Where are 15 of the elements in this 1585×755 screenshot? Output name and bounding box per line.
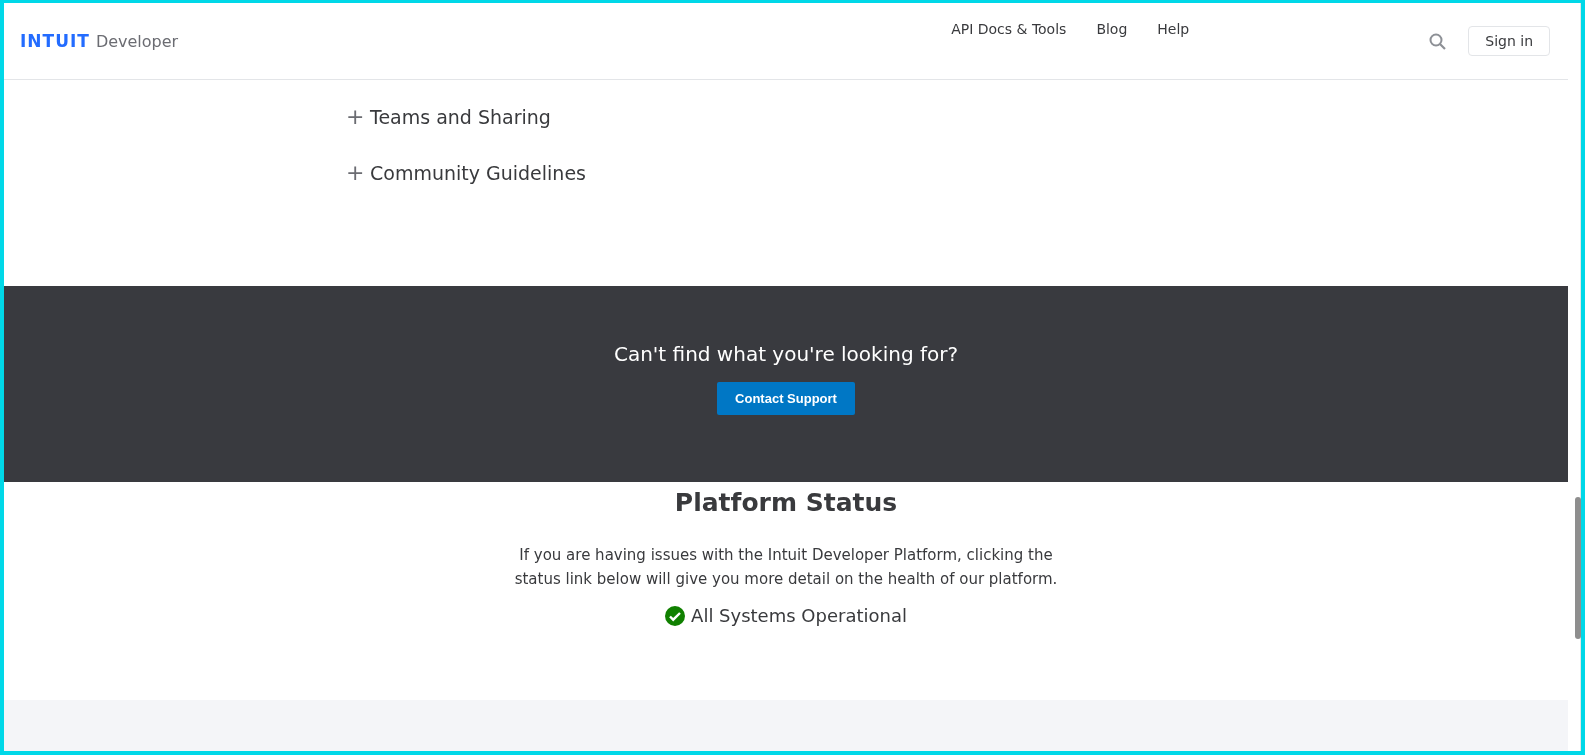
nav-link[interactable]: API Docs & Tools bbox=[951, 21, 1067, 37]
search-icon[interactable] bbox=[1429, 33, 1447, 50]
support-heading: Can't find what you're looking for? bbox=[613, 342, 959, 366]
scrollbar-thumb[interactable] bbox=[1575, 497, 1581, 639]
nav-link[interactable]: Blog bbox=[1096, 21, 1128, 37]
contact-support-button[interactable]: Contact Support bbox=[717, 382, 855, 415]
sign-in-button[interactable]: Sign in bbox=[1468, 26, 1550, 56]
accordion-item[interactable]: + Teams and Sharing bbox=[346, 106, 1568, 128]
status-link[interactable]: All Systems Operational bbox=[665, 605, 907, 626]
nav-link[interactable]: Help bbox=[1157, 21, 1190, 37]
logo-product: Developer bbox=[95, 32, 179, 51]
accordion-item[interactable]: + Community Guidelines bbox=[346, 162, 1568, 184]
status-heading: Platform Status bbox=[674, 488, 898, 517]
status-description: If you are having issues with the Intuit Developer Platform, clicking the status link below will give you more detail on the health of our platform. bbox=[513, 545, 1059, 590]
logo-brand: INTUIT bbox=[20, 31, 90, 51]
